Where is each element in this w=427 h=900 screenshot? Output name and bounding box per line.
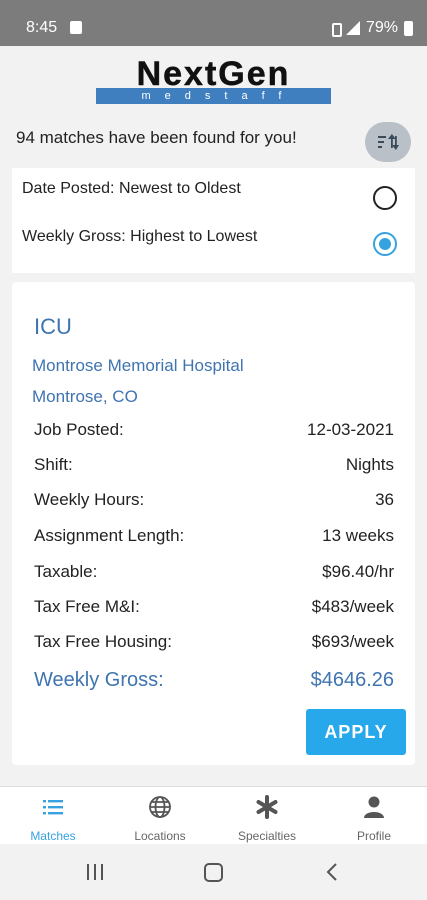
back-icon[interactable] bbox=[325, 863, 339, 881]
match-count-text: 94 matches have been found for you! bbox=[16, 128, 297, 147]
job-card[interactable]: ICU Montrose Memorial Hospital Montrose,… bbox=[12, 282, 415, 765]
sort-panel: Date Posted: Newest to Oldest Weekly Gro… bbox=[12, 168, 415, 273]
sort-option-gross-label[interactable]: Weekly Gross: Highest to Lowest bbox=[22, 228, 257, 246]
detail-value: $483/week bbox=[311, 597, 394, 616]
detail-value: 13 weeks bbox=[322, 526, 394, 545]
status-right: 79% bbox=[330, 19, 413, 37]
detail-label: Weekly Hours: bbox=[34, 490, 145, 509]
logo-subtitle: medstaff bbox=[96, 88, 331, 104]
nav-label-profile: Profile bbox=[356, 829, 391, 843]
nav-item-locations[interactable]: Locations bbox=[107, 787, 213, 845]
nav-item-profile[interactable]: Profile bbox=[321, 787, 427, 845]
detail-value: $693/week bbox=[311, 632, 394, 651]
battery-percent: 79% bbox=[365, 19, 398, 36]
globe-icon bbox=[149, 796, 171, 818]
detail-label: Taxable: bbox=[34, 562, 98, 581]
detail-label: Shift: bbox=[34, 455, 73, 474]
nav-label-specialties: Specialties bbox=[237, 829, 297, 843]
battery-icon bbox=[404, 20, 413, 36]
detail-label: Tax Free Housing: bbox=[34, 632, 172, 651]
detail-value: $96.40/hr bbox=[322, 562, 394, 581]
asterisk-icon bbox=[256, 795, 278, 819]
recents-icon[interactable] bbox=[86, 864, 104, 880]
signal-icon bbox=[345, 21, 360, 35]
detail-value: Nights bbox=[345, 455, 394, 474]
hospital-name[interactable]: Montrose Memorial Hospital bbox=[32, 356, 244, 376]
nextgen-logo: NextGen medstaff bbox=[96, 55, 331, 106]
job-title: ICU bbox=[34, 314, 72, 339]
sort-option-gross-radio[interactable] bbox=[373, 232, 397, 256]
detail-label: Job Posted: bbox=[34, 420, 124, 439]
calendar-icon bbox=[70, 21, 82, 34]
bottom-nav: Matches Locations Specialties Profile bbox=[0, 786, 427, 844]
apply-button[interactable]: APPLY bbox=[306, 709, 406, 755]
sort-button[interactable] bbox=[365, 122, 411, 162]
detail-value: 36 bbox=[375, 490, 394, 509]
job-location[interactable]: Montrose, CO bbox=[32, 387, 138, 407]
person-icon bbox=[364, 796, 384, 818]
detail-label: Assignment Length: bbox=[34, 526, 185, 545]
system-nav-bar bbox=[0, 844, 427, 900]
list-icon bbox=[43, 800, 63, 815]
weekly-gross-value: $4646.26 bbox=[310, 669, 394, 691]
wifi-icon bbox=[330, 21, 342, 37]
nav-label-matches: Matches bbox=[30, 829, 76, 843]
status-bar: 8:45 79% bbox=[0, 0, 427, 46]
nav-item-specialties[interactable]: Specialties bbox=[214, 787, 320, 845]
weekly-gross-label: Weekly Gross: bbox=[34, 669, 164, 691]
status-time: 8:45 bbox=[26, 19, 58, 36]
sort-option-date-label[interactable]: Date Posted: Newest to Oldest bbox=[22, 180, 241, 198]
nav-label-locations: Locations bbox=[134, 829, 186, 843]
detail-label: Tax Free M&I: bbox=[34, 597, 140, 616]
home-icon[interactable] bbox=[204, 863, 223, 882]
sort-icon bbox=[378, 134, 399, 150]
sort-option-date-radio[interactable] bbox=[373, 186, 397, 210]
nav-item-matches[interactable]: Matches bbox=[0, 787, 106, 845]
logo-word: NextGen bbox=[136, 55, 291, 93]
detail-value: 12-03-2021 bbox=[307, 420, 394, 439]
